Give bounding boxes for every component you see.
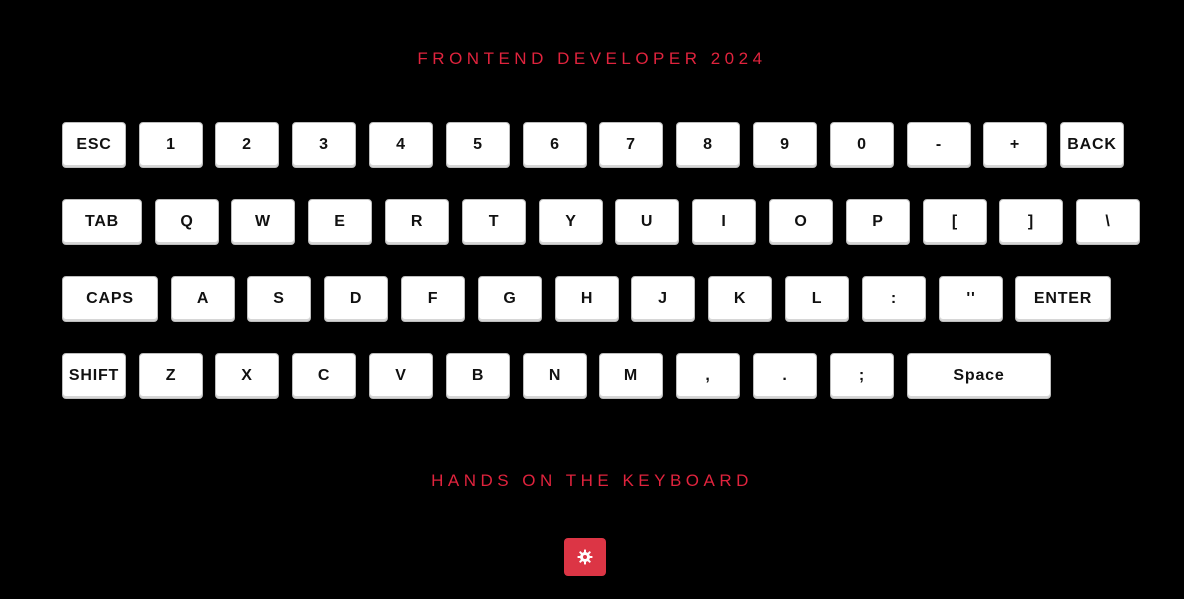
key-4[interactable]: 4: [369, 122, 433, 168]
key-c[interactable]: C: [292, 353, 356, 399]
key-1[interactable]: 1: [139, 122, 203, 168]
keyboard-row-3: CAPS A S D F G H J K L : '' ENTER: [62, 276, 1142, 324]
key-0[interactable]: 0: [830, 122, 894, 168]
key-y[interactable]: Y: [539, 199, 603, 245]
page-subtitle: HANDS ON THE KEYBOARD: [431, 471, 753, 490]
key-close-bracket[interactable]: ]: [999, 199, 1063, 245]
key-minus[interactable]: -: [907, 122, 971, 168]
key-o[interactable]: O: [769, 199, 833, 245]
key-open-bracket[interactable]: [: [923, 199, 987, 245]
key-d[interactable]: D: [324, 276, 388, 322]
key-k[interactable]: K: [708, 276, 772, 322]
key-g[interactable]: G: [478, 276, 542, 322]
key-5[interactable]: 5: [446, 122, 510, 168]
key-u[interactable]: U: [615, 199, 679, 245]
keyboard-row-1: ESC 1 2 3 4 5 6 7 8 9 0 - + BACK: [62, 122, 1142, 170]
key-colon[interactable]: :: [862, 276, 926, 322]
key-x[interactable]: X: [215, 353, 279, 399]
keyboard-row-2: TAB Q W E R T Y U I O P [ ] \: [62, 199, 1142, 247]
key-period[interactable]: .: [753, 353, 817, 399]
key-h[interactable]: H: [555, 276, 619, 322]
key-m[interactable]: M: [599, 353, 663, 399]
key-quote[interactable]: '': [939, 276, 1003, 322]
key-backslash[interactable]: \: [1076, 199, 1140, 245]
key-space[interactable]: Space: [907, 353, 1051, 399]
key-comma[interactable]: ,: [676, 353, 740, 399]
settings-button[interactable]: [564, 538, 606, 576]
keyboard-row-4: SHIFT Z X C V B N M , . ; Space: [62, 353, 1142, 401]
key-p[interactable]: P: [846, 199, 910, 245]
key-q[interactable]: Q: [155, 199, 219, 245]
key-tab[interactable]: TAB: [62, 199, 142, 245]
key-f[interactable]: F: [401, 276, 465, 322]
key-i[interactable]: I: [692, 199, 756, 245]
key-backspace[interactable]: BACK: [1060, 122, 1124, 168]
key-8[interactable]: 8: [676, 122, 740, 168]
key-b[interactable]: B: [446, 353, 510, 399]
key-s[interactable]: S: [247, 276, 311, 322]
key-e[interactable]: E: [308, 199, 372, 245]
key-2[interactable]: 2: [215, 122, 279, 168]
key-shift[interactable]: SHIFT: [62, 353, 126, 399]
key-l[interactable]: L: [785, 276, 849, 322]
key-6[interactable]: 6: [523, 122, 587, 168]
key-caps-lock[interactable]: CAPS: [62, 276, 158, 322]
key-7[interactable]: 7: [599, 122, 663, 168]
page: FRONTEND DEVELOPER 2024 ESC 1 2 3 4 5 6 …: [0, 0, 1184, 599]
key-3[interactable]: 3: [292, 122, 356, 168]
key-j[interactable]: J: [631, 276, 695, 322]
key-enter[interactable]: ENTER: [1015, 276, 1111, 322]
key-plus[interactable]: +: [983, 122, 1047, 168]
virtual-keyboard: ESC 1 2 3 4 5 6 7 8 9 0 - + BACK TAB Q W…: [62, 122, 1142, 430]
key-v[interactable]: V: [369, 353, 433, 399]
gear-icon: [577, 549, 593, 565]
key-t[interactable]: T: [462, 199, 526, 245]
key-a[interactable]: A: [171, 276, 235, 322]
key-esc[interactable]: ESC: [62, 122, 126, 168]
page-title: FRONTEND DEVELOPER 2024: [417, 49, 767, 68]
key-9[interactable]: 9: [753, 122, 817, 168]
key-w[interactable]: W: [231, 199, 295, 245]
key-semicolon[interactable]: ;: [830, 353, 894, 399]
key-z[interactable]: Z: [139, 353, 203, 399]
key-n[interactable]: N: [523, 353, 587, 399]
key-r[interactable]: R: [385, 199, 449, 245]
